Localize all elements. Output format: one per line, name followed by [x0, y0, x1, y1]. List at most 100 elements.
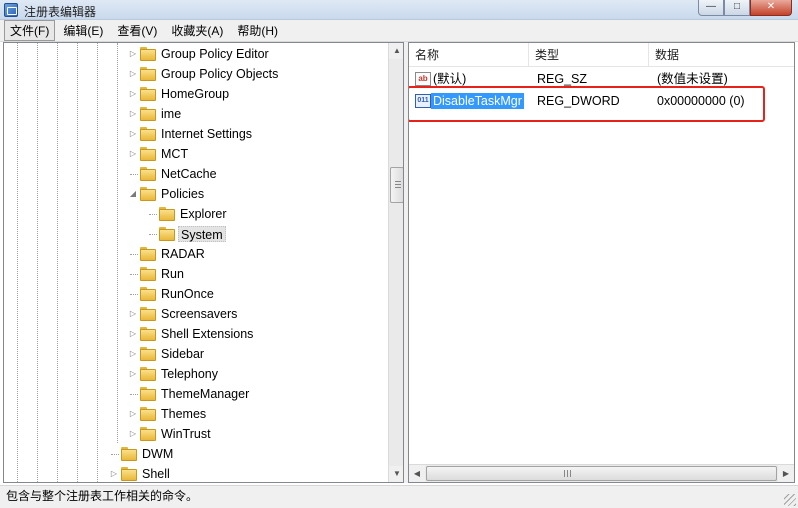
tree-connector-line [130, 254, 138, 255]
tree-item[interactable]: ▷ Group Policy Editor [4, 44, 388, 64]
value-data: (数值未设置) [657, 72, 728, 86]
tree-item-label: DWM [142, 447, 174, 461]
tree-item-label: MCT [161, 147, 189, 161]
menu-view[interactable]: 查看(V) [111, 20, 163, 41]
tree-item-label: RunOnce [161, 287, 214, 301]
expander-arrow-icon[interactable]: ▷ [129, 149, 137, 159]
expander-arrow-icon[interactable]: ▷ [129, 409, 137, 419]
tree-item[interactable]: RunOnce [4, 284, 388, 304]
close-button[interactable]: ✕ [750, 0, 792, 16]
menu-help[interactable]: 帮助(H) [231, 20, 284, 41]
folder-icon [159, 227, 175, 241]
scroll-left-arrow-icon[interactable]: ◀ [409, 465, 425, 482]
tree-item[interactable]: ▷ Telephony [4, 364, 388, 384]
folder-icon [140, 87, 156, 101]
tree-item-label: ThemeManager [161, 387, 250, 401]
caption-buttons: — □ ✕ [698, 0, 792, 16]
tree-item-label: ime [161, 107, 182, 121]
expander-arrow-icon[interactable]: ▷ [129, 429, 137, 439]
folder-icon [140, 147, 156, 161]
tree-item[interactable]: DWM [4, 444, 388, 464]
tree-item-label: Group Policy Editor [161, 47, 269, 61]
scroll-down-arrow-icon[interactable]: ▼ [389, 466, 403, 482]
window-title: 注册表编辑器 [24, 5, 97, 19]
tree-item[interactable]: Run [4, 264, 388, 284]
expander-arrow-icon[interactable]: ◢ [129, 189, 137, 199]
tree-item-label: Group Policy Objects [161, 67, 279, 81]
registry-value-list[interactable]: 名称 类型 数据 ab (默认) REG_SZ (数值未设置) 011 Disa… [408, 42, 795, 483]
list-scroll-thumb[interactable] [426, 466, 777, 481]
title-bar: 注册表编辑器 — □ ✕ [0, 0, 798, 20]
menu-bar: 文件(F) 编辑(E) 查看(V) 收藏夹(A) 帮助(H) [0, 20, 798, 42]
tree-item[interactable]: System [4, 224, 388, 244]
tree-item-label: Sidebar [161, 347, 205, 361]
tree-item-label: Run [161, 267, 184, 281]
menu-edit[interactable]: 编辑(E) [57, 20, 109, 41]
resize-grip-icon[interactable] [784, 494, 796, 506]
tree-connector-line [130, 394, 138, 395]
tree-item[interactable]: RADAR [4, 244, 388, 264]
tree-item-label: Explorer [180, 207, 227, 221]
expander-arrow-icon[interactable]: ▷ [129, 49, 137, 59]
tree-item-label: Policies [161, 187, 205, 201]
tree-item[interactable]: ▷ HomeGroup [4, 84, 388, 104]
menu-file[interactable]: 文件(F) [4, 20, 56, 41]
tree-item-label: Screensavers [161, 307, 238, 321]
folder-icon [121, 467, 137, 481]
tree-item[interactable]: ◢ Policies [4, 184, 388, 204]
tree-item[interactable]: ▷ Internet Settings [4, 124, 388, 144]
tree-item[interactable]: NetCache [4, 164, 388, 184]
folder-icon [140, 107, 156, 121]
scroll-right-arrow-icon[interactable]: ▶ [778, 465, 794, 482]
expander-arrow-icon[interactable]: ▷ [129, 309, 137, 319]
list-horizontal-scrollbar[interactable]: ◀ ▶ [409, 464, 794, 482]
expander-arrow-icon[interactable]: ▷ [129, 349, 137, 359]
tree-connector-line [111, 454, 119, 455]
folder-icon [140, 67, 156, 81]
tree-connector-line [149, 234, 157, 235]
column-data-header[interactable]: 数据 [649, 43, 794, 67]
tree-item[interactable]: ▷ WinTrust [4, 424, 388, 444]
maximize-button[interactable]: □ [724, 0, 750, 16]
tree-item[interactable]: ▷ Themes [4, 404, 388, 424]
expander-arrow-icon[interactable]: ▷ [129, 129, 137, 139]
column-type-header[interactable]: 类型 [529, 43, 649, 67]
value-type: REG_SZ [537, 72, 588, 86]
tree-scroll-thumb[interactable] [390, 167, 403, 203]
value-name: (默认) [433, 72, 467, 86]
expander-arrow-icon[interactable]: ▷ [129, 69, 137, 79]
tree-item[interactable]: ThemeManager [4, 384, 388, 404]
expander-arrow-icon[interactable]: ▷ [129, 369, 137, 379]
tree-item[interactable]: ▷ Screensavers [4, 304, 388, 324]
tree-vertical-scrollbar[interactable]: ▲ ▼ [388, 43, 403, 482]
column-name-header[interactable]: 名称 [409, 43, 529, 67]
tree-item[interactable]: ▷ Shell Extensions [4, 324, 388, 344]
expander-arrow-icon[interactable]: ▷ [129, 329, 137, 339]
expander-arrow-icon[interactable]: ▷ [110, 469, 118, 479]
folder-icon [159, 207, 175, 221]
tree-item[interactable]: ▷ Shell [4, 464, 388, 482]
tree-connector-line [149, 214, 157, 215]
folder-icon [140, 367, 156, 381]
tree-item[interactable]: Explorer [4, 204, 388, 224]
column-header: 名称 类型 数据 [409, 43, 794, 67]
tree-item-label: Themes [161, 407, 207, 421]
string-value-icon: ab [415, 72, 431, 86]
registry-key-tree[interactable]: ▷ Group Policy Editor ▷ Group Policy Object… [3, 42, 404, 483]
folder-icon [140, 267, 156, 281]
tree-item[interactable]: ▷ Sidebar [4, 344, 388, 364]
expander-arrow-icon[interactable]: ▷ [129, 89, 137, 99]
minimize-button[interactable]: — [698, 0, 724, 16]
tree-item-label: WinTrust [161, 427, 211, 441]
folder-icon [140, 127, 156, 141]
folder-icon [140, 407, 156, 421]
menu-favorites[interactable]: 收藏夹(A) [165, 20, 229, 41]
folder-icon [140, 247, 156, 261]
red-highlight-annotation [409, 86, 765, 122]
folder-icon [140, 327, 156, 341]
tree-item[interactable]: ▷ MCT [4, 144, 388, 164]
expander-arrow-icon[interactable]: ▷ [129, 109, 137, 119]
tree-item[interactable]: ▷ ime [4, 104, 388, 124]
tree-item[interactable]: ▷ Group Policy Objects [4, 64, 388, 84]
scroll-up-arrow-icon[interactable]: ▲ [389, 43, 403, 59]
